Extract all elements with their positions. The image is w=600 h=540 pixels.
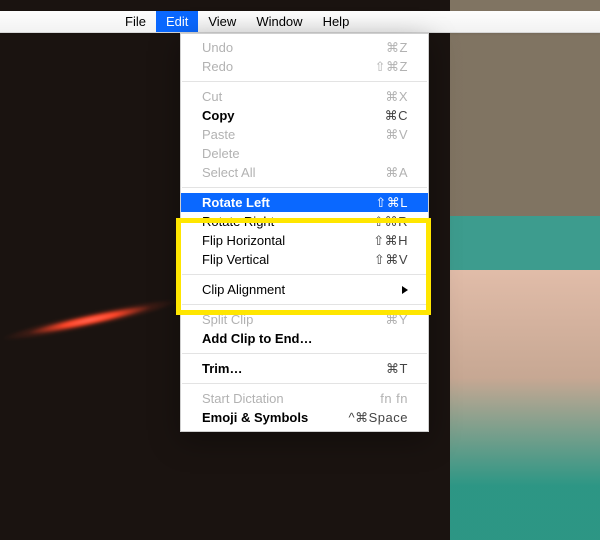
- menu-item-shortcut: ⌘A: [385, 163, 408, 182]
- menu-item-add-clip-to-end[interactable]: Add Clip to End…: [181, 329, 428, 348]
- background-right: [450, 0, 600, 540]
- menu-item-trim[interactable]: Trim…⌘T: [181, 359, 428, 378]
- menu-item-shortcut: fn fn: [380, 389, 408, 408]
- menu-item-label: Split Clip: [202, 310, 385, 329]
- menu-separator: [182, 353, 427, 354]
- menu-separator: [182, 274, 427, 275]
- menu-item-shortcut: ⌘Y: [385, 310, 408, 329]
- menu-item-label: Select All: [202, 163, 385, 182]
- menu-item-label: Cut: [202, 87, 385, 106]
- menu-item-label: Flip Horizontal: [202, 231, 373, 250]
- menubar-item-help[interactable]: Help: [313, 11, 360, 32]
- menubar-item-view[interactable]: View: [198, 11, 246, 32]
- menu-item-shortcut: ⇧⌘H: [373, 231, 408, 250]
- menu-item-flip-vertical[interactable]: Flip Vertical⇧⌘V: [181, 250, 428, 269]
- menubar-item-edit[interactable]: Edit: [156, 11, 198, 32]
- menu-item-label: Paste: [202, 125, 385, 144]
- menu-item-cut: Cut⌘X: [181, 87, 428, 106]
- menu-item-rotate-left[interactable]: Rotate Left⇧⌘L: [181, 193, 428, 212]
- menu-item-undo: Undo⌘Z: [181, 38, 428, 57]
- edit-menu-dropdown: Undo⌘ZRedo⇧⌘ZCut⌘XCopy⌘CPaste⌘VDeleteSel…: [180, 33, 429, 432]
- menu-item-redo: Redo⇧⌘Z: [181, 57, 428, 76]
- menu-item-flip-horizontal[interactable]: Flip Horizontal⇧⌘H: [181, 231, 428, 250]
- menu-item-label: Start Dictation: [202, 389, 380, 408]
- menu-item-shortcut: ^⌘Space: [349, 408, 408, 427]
- menu-item-label: Trim…: [202, 359, 386, 378]
- menu-item-emoji-symbols[interactable]: Emoji & Symbols^⌘Space: [181, 408, 428, 427]
- chevron-right-icon: [402, 286, 408, 294]
- menu-item-shortcut: ⌘X: [385, 87, 408, 106]
- menu-item-shortcut: ⇧⌘Z: [375, 57, 408, 76]
- menu-item-shortcut: ⌘Z: [386, 38, 408, 57]
- menu-item-start-dictation: Start Dictationfn fn: [181, 389, 428, 408]
- menu-item-label: Add Clip to End…: [202, 329, 408, 348]
- menu-item-shortcut: ⌘T: [386, 359, 408, 378]
- menubar-item-window[interactable]: Window: [246, 11, 312, 32]
- menu-item-rotate-right[interactable]: Rotate Right⇧⌘R: [181, 212, 428, 231]
- menu-item-copy[interactable]: Copy⌘C: [181, 106, 428, 125]
- menu-item-split-clip: Split Clip⌘Y: [181, 310, 428, 329]
- menu-item-label: Rotate Left: [202, 193, 375, 212]
- menu-item-label: Clip Alignment: [202, 280, 402, 299]
- menu-item-label: Copy: [202, 106, 385, 125]
- menu-separator: [182, 187, 427, 188]
- menu-separator: [182, 81, 427, 82]
- menu-item-select-all: Select All⌘A: [181, 163, 428, 182]
- menu-item-label: Flip Vertical: [202, 250, 374, 269]
- menu-separator: [182, 304, 427, 305]
- menu-item-label: Rotate Right: [202, 212, 373, 231]
- menu-item-label: Emoji & Symbols: [202, 408, 349, 427]
- menubar: FileEditViewWindowHelp: [0, 11, 600, 33]
- menubar-item-file[interactable]: File: [115, 11, 156, 32]
- menu-item-label: Delete: [202, 144, 408, 163]
- menu-item-label: Undo: [202, 38, 386, 57]
- menu-item-shortcut: ⇧⌘R: [373, 212, 408, 231]
- menu-item-delete: Delete: [181, 144, 428, 163]
- menu-item-shortcut: ⇧⌘V: [374, 250, 408, 269]
- menu-item-shortcut: ⌘C: [385, 106, 408, 125]
- menu-item-clip-alignment[interactable]: Clip Alignment: [181, 280, 428, 299]
- menu-item-shortcut: ⌘V: [385, 125, 408, 144]
- menu-item-label: Redo: [202, 57, 375, 76]
- menu-item-shortcut: ⇧⌘L: [375, 193, 408, 212]
- menu-separator: [182, 383, 427, 384]
- menu-item-paste: Paste⌘V: [181, 125, 428, 144]
